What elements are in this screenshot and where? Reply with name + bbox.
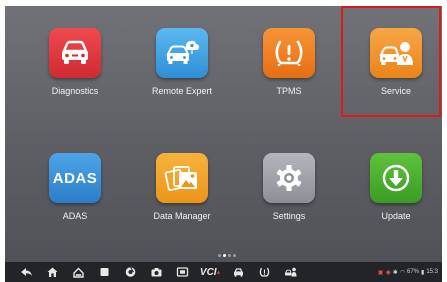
battery-percent: 67% <box>406 269 419 275</box>
adas-icon: ADAS <box>49 153 101 203</box>
app-label: Data Manager <box>153 211 211 221</box>
page-indicator <box>218 254 236 257</box>
browser-icon[interactable] <box>117 262 143 282</box>
page-dot[interactable] <box>228 254 231 257</box>
battery-icon: ▮ <box>421 269 425 276</box>
vci-label: VCI <box>199 266 217 278</box>
screen-record-icon[interactable] <box>169 262 195 282</box>
vci-button[interactable]: VCI ▴ <box>195 262 225 282</box>
app-data-manager[interactable]: Data Manager <box>132 153 232 231</box>
wifi-icon: ◠ <box>399 269 405 276</box>
page-dot[interactable] <box>218 254 221 257</box>
app-label: Remote Expert <box>151 86 213 96</box>
app-update[interactable]: Update <box>346 153 446 231</box>
photo-stack-icon <box>156 153 208 203</box>
page-dot-active[interactable] <box>223 254 226 257</box>
app-label: Update <box>381 211 411 221</box>
vehicle-home-icon[interactable] <box>65 262 91 282</box>
app-label: Settings <box>272 211 306 221</box>
screen: Diagnostics Remote Expert TPMS Service A… <box>0 0 447 282</box>
bottom-navigation-bar: VCI ▴ ▣ ◉ ✱ ◠ 67% ▮ 15:3 <box>5 262 442 282</box>
app-tpms[interactable]: TPMS <box>239 28 339 106</box>
alert-icon: ▣ <box>377 269 384 276</box>
remote-expert-icon <box>156 28 208 78</box>
vci-connected-icon: ▴ <box>216 269 221 276</box>
car-icon[interactable] <box>225 262 251 282</box>
service-nav-icon[interactable] <box>277 262 303 282</box>
app-diagnostics[interactable]: Diagnostics <box>25 28 125 106</box>
app-settings[interactable]: Settings <box>239 153 339 231</box>
tpms-nav-icon[interactable] <box>251 262 277 282</box>
bluetooth-icon: ✱ <box>392 269 398 276</box>
app-label: TPMS <box>276 86 302 96</box>
clock: 15:3 <box>426 269 438 275</box>
gear-icon <box>263 153 315 203</box>
service-highlight-box <box>341 6 441 117</box>
download-arrow-icon <box>370 153 422 203</box>
app-label: ADAS <box>62 211 88 221</box>
car-front-icon <box>49 28 101 78</box>
app-label: Diagnostics <box>51 86 99 96</box>
adas-logo-text: ADAS <box>52 169 98 187</box>
recent-apps-icon[interactable] <box>91 262 117 282</box>
home-icon[interactable] <box>39 262 65 282</box>
app-remote-expert[interactable]: Remote Expert <box>132 28 232 106</box>
camera-icon[interactable] <box>143 262 169 282</box>
app-adas[interactable]: ADAS ADAS <box>25 153 125 231</box>
back-icon[interactable] <box>13 262 39 282</box>
tpms-warning-icon <box>263 28 315 78</box>
status-bar: ▣ ◉ ✱ ◠ 67% ▮ 15:3 <box>378 262 438 282</box>
page-dot[interactable] <box>233 254 236 257</box>
vci-status-icon: ◉ <box>385 269 391 276</box>
